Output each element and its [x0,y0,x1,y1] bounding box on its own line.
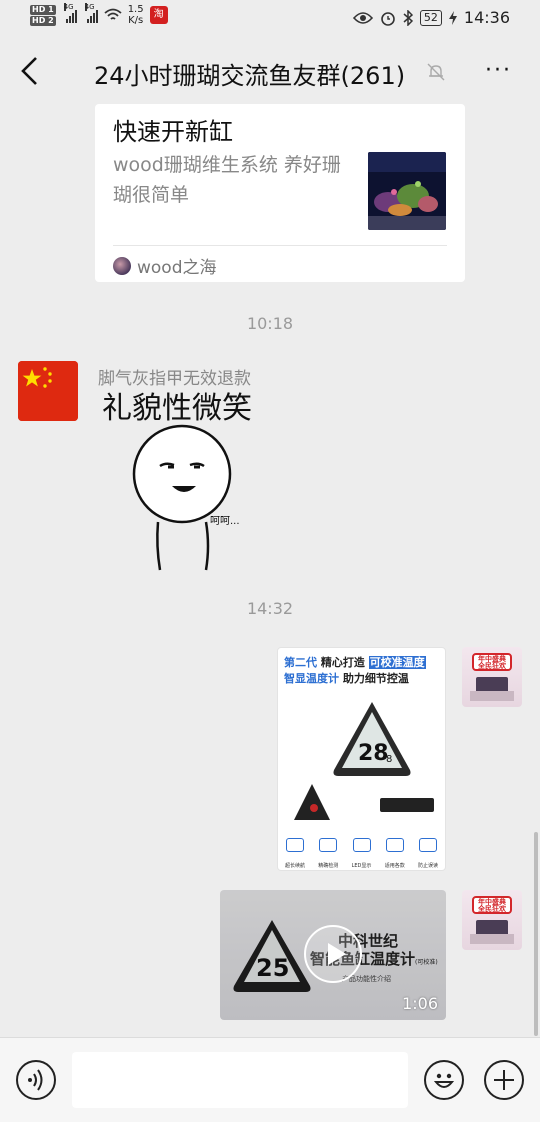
emoji-icon [433,1073,455,1088]
signal-1-icon: 4G [63,3,77,23]
plus-icon[interactable] [484,1060,524,1100]
timestamp: 14:32 [246,599,294,618]
avatar[interactable] [18,361,78,421]
avatar-badge: 年中盛典 全民狂欢 [472,896,512,914]
back-button[interactable] [18,56,42,86]
voice-button[interactable] [16,1060,56,1100]
emoji-button[interactable] [424,1060,464,1100]
source-avatar [113,256,131,275]
my-avatar[interactable]: 年中盛典 全民狂欢 [462,647,522,707]
hd-indicators: HD 1 HD 2 [30,4,56,26]
sticker-small-text: 呵呵... [210,516,240,527]
headline-1-prefix: 第二代 [284,656,317,669]
more-options-button[interactable]: ··· [485,58,512,83]
battery-indicator: 52 [419,9,442,26]
status-left: HD 1 HD 2 4G 4G 1.5 K/s 淘 [30,3,168,26]
feature-label: 超长续航 [284,863,305,869]
status-bar: HD 1 HD 2 4G 4G 1.5 K/s 淘 52 14:36 [0,0,540,36]
feature-item: LED显示 [351,838,373,870]
video-message[interactable]: 25 中科世纪 智能鱼缸温度计(可校准) 产品功能性介绍 1:06 [220,890,446,1020]
alarm-icon [381,11,395,26]
wifi-icon [104,8,122,20]
bell-muted-icon [427,63,445,81]
avatar-graphic-base [470,691,514,701]
avatar-badge: 年中盛典 全民狂欢 [472,653,512,671]
product-headline-1: 第二代 精心打造 可校准温度 [284,654,426,670]
hd1-label: HD 1 [30,4,56,15]
feature-label: 精确检测 [318,863,339,869]
card-title: 快速开新缸 [113,118,233,146]
voice-icon [28,1069,43,1091]
device-display-unit: 8 [386,754,392,765]
device-display-value: 28 [358,741,389,766]
hd2-label: HD 2 [30,15,56,26]
thermometer-device: 28 8 [333,702,411,776]
headline-2-suffix: 助力细节控温 [342,672,409,685]
network-type-1: 4G [63,3,74,11]
card-divider [113,245,447,246]
feature-label: 适用各款 [384,863,405,869]
feature-item: 防止误读 [417,838,439,870]
clock: 14:36 [463,8,510,27]
speed-unit: K/s [128,15,144,26]
thermometer-side-view [294,784,330,820]
timestamp: 10:18 [246,314,294,333]
app-notification-icon: 淘 [149,6,168,24]
device-back [380,798,434,812]
input-bar [0,1037,540,1122]
network-speed: 1.5 K/s [128,4,144,26]
feature-item: 超长续航 [284,838,306,870]
video-duration: 1:06 [402,994,438,1013]
bluetooth-icon [403,9,413,26]
card-description: wood珊瑚维生系统 养好珊瑚很简单 [113,154,341,206]
headline-1-mid: 精心打造 [320,656,365,669]
source-name: wood之海 [137,258,217,278]
sticker-message[interactable]: 礼貌性微笑 呵呵... [98,386,278,572]
card-source: wood之海 [113,253,217,278]
feature-icons: 超长续航 精确检测 LED显示 适用各款 防止误读 [284,838,439,870]
scrollbar[interactable] [534,832,538,1036]
message-input[interactable] [72,1052,408,1108]
link-card-message[interactable]: 快速开新缸 wood珊瑚维生系统 养好珊瑚很简单 wood之海 [95,104,465,282]
signal-2-icon: 4G [84,3,98,23]
headline-1-highlight: 可校准温度 [368,656,426,669]
sticker-caption: 礼貌性微笑 [102,391,252,426]
play-icon[interactable] [304,925,362,983]
feature-item: 适用各款 [384,838,406,870]
product-headline-2: 智显温度计 助力细节控温 [284,670,409,686]
feature-label: 防止误读 [417,863,438,869]
network-type-2: 4G [84,3,95,11]
charging-icon [448,10,457,25]
headline-2-prefix: 智显温度计 [284,672,339,685]
chat-header: 24小时珊瑚交流鱼友群(261) ··· [0,36,540,106]
chat-title: 24小时珊瑚交流鱼友群(261) [94,62,406,90]
card-thumbnail [368,152,446,230]
speed-value: 1.5 [127,4,144,15]
eye-icon [352,11,373,24]
feature-item: 精确检测 [317,838,339,870]
feature-label: LED显示 [351,863,372,869]
status-right: 52 14:36 [352,8,510,27]
avatar-graphic-base [470,934,514,944]
image-message[interactable]: 第二代 精心打造 可校准温度 智显温度计 助力细节控温 28 8 超长续航 精确… [277,647,446,871]
my-avatar[interactable]: 年中盛典 全民狂欢 [462,890,522,950]
